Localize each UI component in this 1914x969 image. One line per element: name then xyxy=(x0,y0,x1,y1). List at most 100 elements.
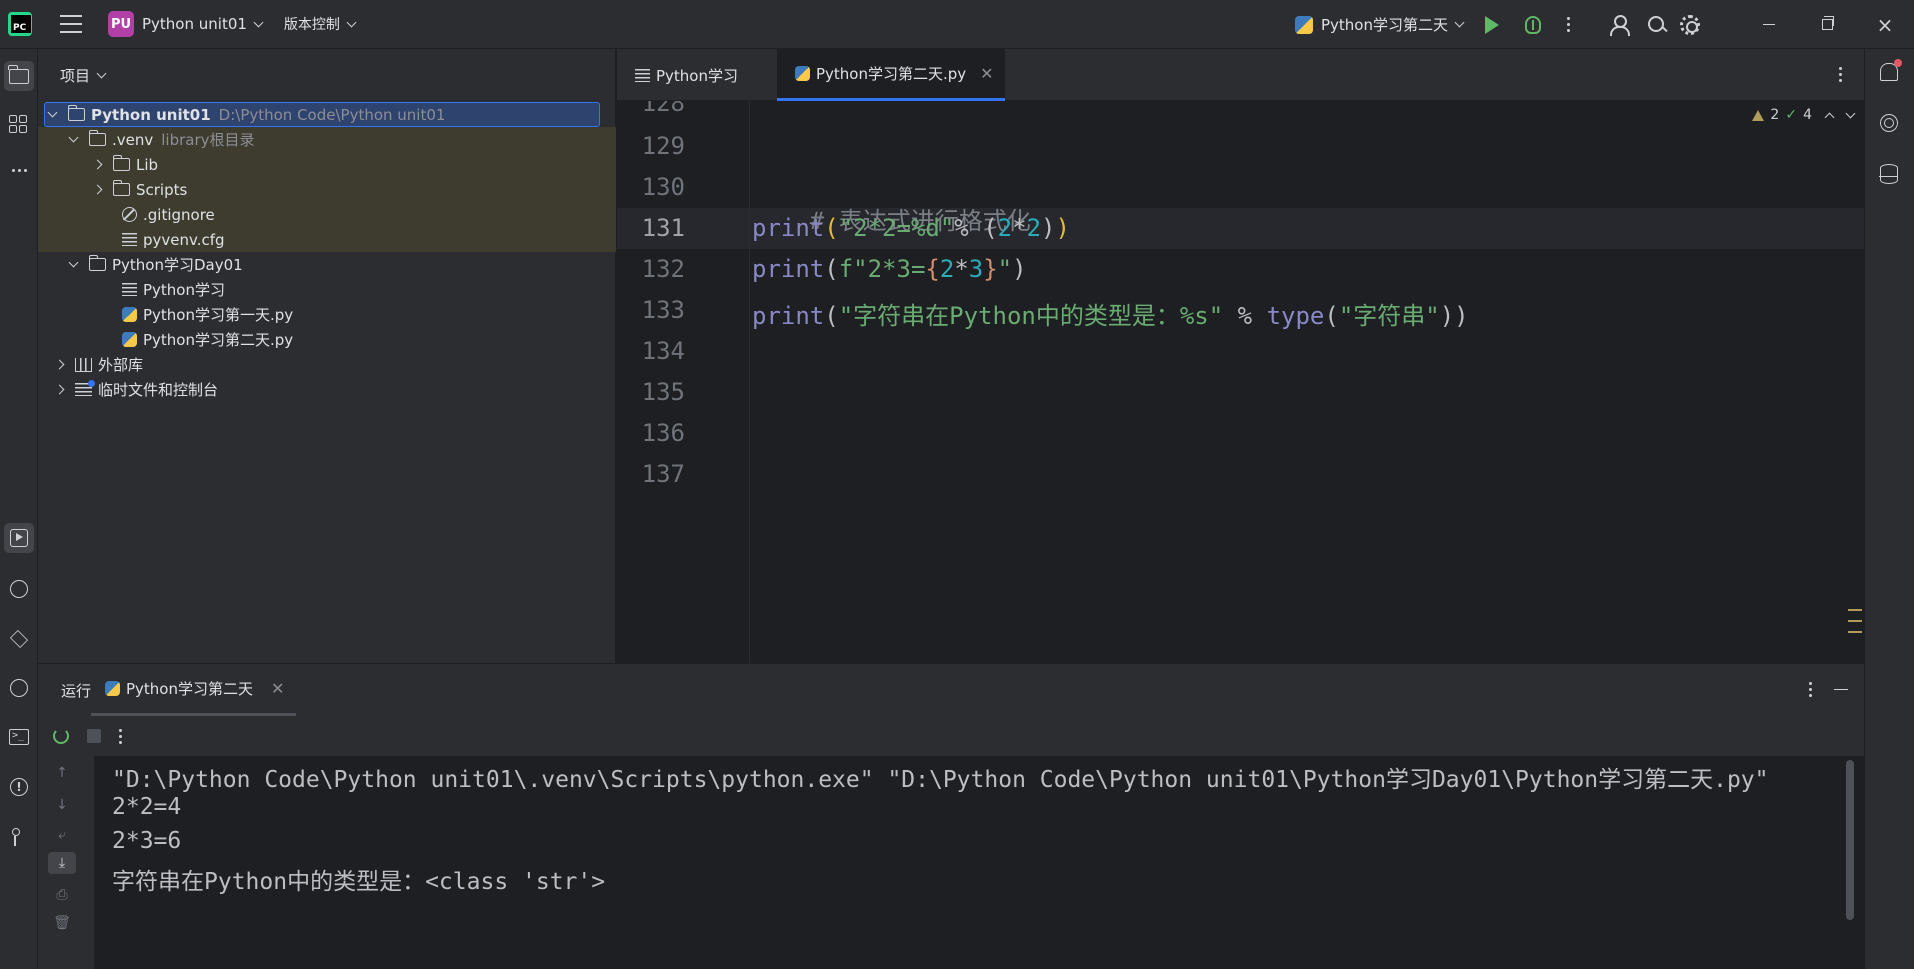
tree-item-venv[interactable]: .venv library根目录 xyxy=(38,127,616,152)
tree-item-label: 外部库 xyxy=(98,356,144,374)
code-token: 2 xyxy=(997,214,1013,242)
debug-button[interactable] xyxy=(1525,15,1541,34)
tree-item-day1-py[interactable]: Python学习第一天.py xyxy=(38,302,616,327)
code-token: ) xyxy=(1012,255,1027,283)
python-console-tool-button[interactable] xyxy=(4,574,34,604)
git-tool-button[interactable] xyxy=(4,822,34,852)
scroll-up-icon[interactable]: ↑ xyxy=(48,762,76,784)
soft-wrap-icon[interactable]: ⤶ xyxy=(48,824,76,846)
rerun-icon[interactable] xyxy=(53,728,69,744)
hide-panel-icon[interactable] xyxy=(1834,688,1848,691)
next-highlight-icon[interactable] xyxy=(1845,108,1856,118)
more-actions-icon[interactable] xyxy=(1567,17,1570,32)
database-icon[interactable] xyxy=(1879,164,1898,184)
project-badge[interactable]: PU xyxy=(108,11,134,37)
inspection-widget[interactable]: 2 ✓ 4 xyxy=(1752,107,1856,123)
collapse-icon[interactable] xyxy=(68,132,79,143)
terminal-tool-button[interactable]: >_ xyxy=(4,722,34,752)
left-tool-strip: >_ ! xyxy=(0,49,38,969)
code-editor[interactable]: 128 129 130 131 132 133 134 135 136 137 … xyxy=(617,101,1864,663)
collapse-icon[interactable] xyxy=(47,107,58,118)
close-tab-icon[interactable]: ✕ xyxy=(980,64,993,83)
code-token: } xyxy=(983,255,998,283)
tree-item-external-libs[interactable]: 外部库 xyxy=(38,352,616,377)
tree-item-python-study[interactable]: Python学习 xyxy=(38,277,616,302)
console-scrollbar[interactable] xyxy=(1846,760,1854,920)
project-view-chevron-down-icon[interactable] xyxy=(96,68,107,78)
more-tools-button[interactable] xyxy=(4,155,34,185)
print-icon[interactable]: ⎙ xyxy=(48,884,76,906)
python-icon xyxy=(1295,15,1313,34)
code-with-me-icon[interactable] xyxy=(1610,14,1630,36)
structure-tool-button[interactable] xyxy=(4,110,34,140)
clear-trash-icon[interactable]: 🗑 xyxy=(48,912,76,934)
tree-item-scratches[interactable]: 临时文件和控制台 xyxy=(38,377,616,402)
python-icon xyxy=(105,681,120,696)
tree-item-day01[interactable]: Python学习Day01 xyxy=(38,252,616,277)
folder-icon xyxy=(112,180,130,196)
gutter-divider xyxy=(749,101,750,663)
code-token: ( xyxy=(824,255,839,283)
settings-gear-icon[interactable] xyxy=(1680,14,1700,35)
main-menu-icon[interactable] xyxy=(60,15,82,33)
services-icon xyxy=(10,679,28,697)
stop-icon[interactable] xyxy=(87,729,101,743)
run-tool-button[interactable] xyxy=(4,523,34,553)
more-dots-icon xyxy=(11,168,27,172)
close-run-tab-icon[interactable]: ✕ xyxy=(271,679,284,698)
run-button[interactable] xyxy=(1485,15,1499,34)
line-number: 136 xyxy=(641,419,685,447)
run-tab-day2[interactable]: Python学习第二天 ✕ xyxy=(91,664,297,716)
project-tool-button[interactable] xyxy=(4,61,34,91)
run-more-icon[interactable] xyxy=(119,728,122,744)
services-tool-button[interactable] xyxy=(4,673,34,703)
code-token: % xyxy=(1223,302,1267,330)
tab-day2-py[interactable]: Python学习第二天.py ✕ xyxy=(777,49,1005,101)
run-config-selector[interactable]: Python学习第二天 xyxy=(1295,14,1465,35)
code-token: 2 xyxy=(939,255,955,283)
tree-item-project-root[interactable]: Python unit01 D:\Python Code\Python unit… xyxy=(44,102,600,127)
project-chevron-down-icon[interactable] xyxy=(253,17,264,27)
scrollbar-markers[interactable] xyxy=(1848,609,1862,639)
ignore-file-icon xyxy=(122,207,137,222)
code-token: "字符串" xyxy=(1338,302,1440,330)
vcs-chevron-down-icon[interactable] xyxy=(346,17,357,27)
project-selector[interactable]: Python unit01 xyxy=(142,15,247,33)
pycharm-logo-icon xyxy=(8,12,32,36)
close-window-button[interactable]: × xyxy=(1856,0,1914,49)
tab-python-study[interactable]: Python学习 xyxy=(617,49,777,101)
minimize-button[interactable] xyxy=(1740,0,1798,49)
expand-icon[interactable] xyxy=(54,384,65,395)
tab-actions-icon[interactable] xyxy=(1839,67,1842,82)
previous-highlight-icon[interactable] xyxy=(1824,112,1835,122)
line-number: 135 xyxy=(641,378,685,406)
tree-item-label: pyvenv.cfg xyxy=(143,230,225,249)
tree-item-gitignore[interactable]: .gitignore xyxy=(38,202,616,227)
tree-item-path: library根目录 xyxy=(161,131,255,149)
tree-item-pyvenv-cfg[interactable]: pyvenv.cfg xyxy=(38,227,616,252)
python-packages-tool-button[interactable] xyxy=(4,624,34,654)
run-options-icon[interactable] xyxy=(1809,682,1812,697)
expand-icon[interactable] xyxy=(92,184,103,195)
expand-icon[interactable] xyxy=(54,359,65,370)
code-token: ( xyxy=(824,302,839,330)
expand-icon[interactable] xyxy=(92,159,103,170)
console-side-toolbar: ↑ ↓ ⤶ ⤓ ⎙ 🗑 xyxy=(38,756,94,969)
scroll-to-end-icon[interactable]: ⤓ xyxy=(48,852,76,874)
problems-tool-button[interactable]: ! xyxy=(4,772,34,802)
tree-item-day2-py[interactable]: Python学习第二天.py xyxy=(38,327,616,352)
console-output[interactable]: "D:\Python Code\Python unit01\.venv\Scri… xyxy=(94,756,1864,969)
run-config-chevron-down-icon xyxy=(1454,17,1465,28)
project-panel-header[interactable]: 项目 xyxy=(38,49,615,101)
python-file-icon xyxy=(795,66,810,81)
ai-assistant-icon[interactable] xyxy=(1880,114,1898,132)
scroll-down-icon[interactable]: ↓ xyxy=(48,794,76,816)
search-icon[interactable] xyxy=(1648,15,1666,34)
console-line: 2*2=4 xyxy=(112,794,182,820)
tree-item-lib[interactable]: Lib xyxy=(38,152,616,177)
collapse-icon[interactable] xyxy=(68,257,79,268)
vcs-menu[interactable]: 版本控制 xyxy=(284,14,340,34)
tree-item-scripts[interactable]: Scripts xyxy=(38,177,616,202)
run-panel: 运行 Python学习第二天 ✕ ↑ ↓ ⤶ ⤓ ⎙ 🗑 "D:\Python … xyxy=(38,663,1864,969)
restore-button[interactable] xyxy=(1798,0,1856,49)
